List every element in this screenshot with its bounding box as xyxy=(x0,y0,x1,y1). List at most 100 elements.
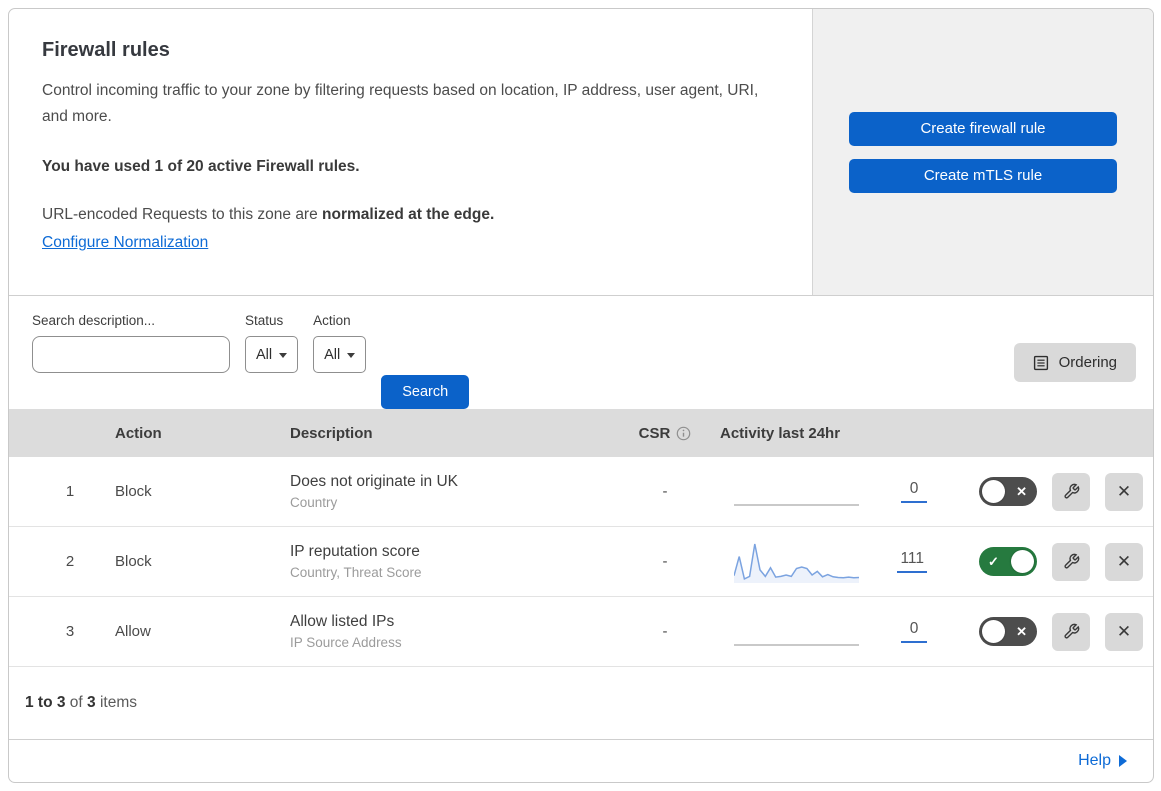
wrench-icon xyxy=(1063,623,1079,639)
search-button[interactable]: Search xyxy=(381,375,470,409)
table-row: 1 Block Does not originate in UK Country… xyxy=(9,457,1153,527)
page-title: Firewall rules xyxy=(42,39,170,61)
header-text-block: Firewall rules Control incoming traffic … xyxy=(9,9,812,295)
pagination-summary: 1 to 3 of 3 items xyxy=(9,667,1153,740)
wrench-icon xyxy=(1063,483,1079,499)
ordering-button[interactable]: Ordering xyxy=(1013,343,1136,382)
rule-priority: 3 xyxy=(65,623,75,640)
header-action: Action xyxy=(115,424,162,442)
items-total: 3 xyxy=(87,694,96,711)
items-of: of xyxy=(65,694,88,711)
activity-count-link[interactable]: 0 xyxy=(901,480,927,503)
search-group: Search description... xyxy=(32,313,234,373)
rule-activity-cell: 0 xyxy=(720,465,935,518)
activity-sparkline xyxy=(734,465,859,513)
rule-action: Block xyxy=(115,483,152,500)
table-row: 2 Block IP reputation score Country, Thr… xyxy=(9,527,1153,597)
rule-csr-value: - xyxy=(662,553,668,570)
rule-controls: ✕ ✕ xyxy=(935,612,1153,651)
header-activity: Activity last 24hr xyxy=(720,424,841,442)
status-filter-group: Status All xyxy=(245,313,299,373)
close-icon: ✕ xyxy=(1116,481,1132,501)
toggle-state-icon: ✕ xyxy=(1016,623,1027,639)
header-description: Description xyxy=(290,424,373,442)
action-selected-value: All xyxy=(324,346,341,363)
chevron-down-icon xyxy=(279,353,288,358)
rule-fields: Country xyxy=(290,495,338,510)
toggle-knob xyxy=(1011,550,1034,573)
rule-priority: 1 xyxy=(65,483,75,500)
activity-count-link[interactable]: 111 xyxy=(897,550,927,573)
delete-rule-button[interactable]: ✕ xyxy=(1105,542,1143,581)
status-selected-value: All xyxy=(256,346,273,363)
action-filter-group: Action All xyxy=(313,313,367,373)
action-select[interactable]: All xyxy=(313,336,367,373)
rule-description-cell: Allow listed IPs IP Source Address xyxy=(290,613,610,650)
wrench-icon xyxy=(1063,553,1079,569)
delete-rule-button[interactable]: ✕ xyxy=(1105,472,1143,511)
actions-panel: Create firewall rule Create mTLS rule xyxy=(812,9,1153,295)
header-csr-label: CSR xyxy=(638,424,671,442)
status-label: Status xyxy=(245,313,284,328)
rule-controls: ✕ ✕ xyxy=(935,472,1153,511)
close-icon: ✕ xyxy=(1116,621,1132,641)
search-input-box xyxy=(32,336,234,373)
create-mtls-rule-button[interactable]: Create mTLS rule xyxy=(849,158,1117,193)
rule-action: Block xyxy=(115,553,152,570)
rule-controls: ✓ ✕ xyxy=(935,542,1153,581)
rule-activity-cell: 111 xyxy=(720,535,935,588)
arrow-right-icon xyxy=(1119,755,1127,767)
usage-summary: You have used 1 of 20 active Firewall ru… xyxy=(42,158,360,175)
table-header: Action Description CSR Activity last 24h… xyxy=(9,409,1153,457)
list-document-icon xyxy=(1033,355,1048,370)
delete-rule-button[interactable]: ✕ xyxy=(1105,612,1143,651)
search-label: Search description... xyxy=(32,313,156,328)
rule-enabled-toggle[interactable]: ✕ xyxy=(979,477,1037,506)
rule-enabled-toggle[interactable]: ✕ xyxy=(979,617,1037,646)
header-section: Firewall rules Control incoming traffic … xyxy=(9,9,1153,296)
activity-sparkline xyxy=(734,605,859,653)
edit-rule-button[interactable] xyxy=(1052,472,1090,511)
ordering-button-label: Ordering xyxy=(1058,354,1117,371)
rule-description-cell: Does not originate in UK Country xyxy=(290,473,610,510)
rule-csr-value: - xyxy=(662,623,668,640)
help-label: Help xyxy=(1078,752,1111,769)
normalization-note: URL-encoded Requests to this zone are no… xyxy=(42,206,772,224)
action-label: Action xyxy=(313,313,351,328)
rule-activity-cell: 0 xyxy=(720,605,935,658)
configure-normalization-link[interactable]: Configure Normalization xyxy=(42,234,208,252)
create-firewall-rule-button[interactable]: Create firewall rule xyxy=(849,111,1117,146)
rule-description: Allow listed IPs xyxy=(290,613,395,630)
header-csr: CSR xyxy=(610,425,720,442)
toggle-state-icon: ✓ xyxy=(988,553,999,569)
rule-fields: IP Source Address xyxy=(290,635,402,650)
toggle-knob xyxy=(982,620,1005,643)
edit-rule-button[interactable] xyxy=(1052,542,1090,581)
rule-priority: 2 xyxy=(65,553,75,570)
table-row: 3 Allow Allow listed IPs IP Source Addre… xyxy=(9,597,1153,667)
items-word: items xyxy=(95,694,137,711)
rule-fields: Country, Threat Score xyxy=(290,565,422,580)
filter-bar: Search description... Status All Action xyxy=(9,296,1153,409)
search-input[interactable] xyxy=(53,339,234,370)
rule-description: Does not originate in UK xyxy=(290,473,459,490)
activity-count-link[interactable]: 0 xyxy=(901,620,927,643)
rule-enabled-toggle[interactable]: ✓ xyxy=(979,547,1037,576)
status-select[interactable]: All xyxy=(245,336,299,373)
activity-sparkline xyxy=(734,535,859,583)
toggle-state-icon: ✕ xyxy=(1016,483,1027,499)
edit-rule-button[interactable] xyxy=(1052,612,1090,651)
help-link[interactable]: Help xyxy=(1078,752,1127,770)
items-range: 1 to 3 xyxy=(25,694,66,711)
toggle-knob xyxy=(982,480,1005,503)
rule-action: Allow xyxy=(115,623,151,640)
rule-csr-value: - xyxy=(662,483,668,500)
rule-description-cell: IP reputation score Country, Threat Scor… xyxy=(290,543,610,580)
firewall-rules-page: Firewall rules Control incoming traffic … xyxy=(0,0,1161,791)
firewall-rules-card: Firewall rules Control incoming traffic … xyxy=(8,8,1154,783)
info-icon[interactable] xyxy=(676,426,691,441)
page-description: Control incoming traffic to your zone by… xyxy=(42,82,759,125)
rule-description: IP reputation score xyxy=(290,543,420,560)
close-icon: ✕ xyxy=(1116,551,1132,571)
normalization-prefix: URL-encoded Requests to this zone are xyxy=(42,206,323,223)
